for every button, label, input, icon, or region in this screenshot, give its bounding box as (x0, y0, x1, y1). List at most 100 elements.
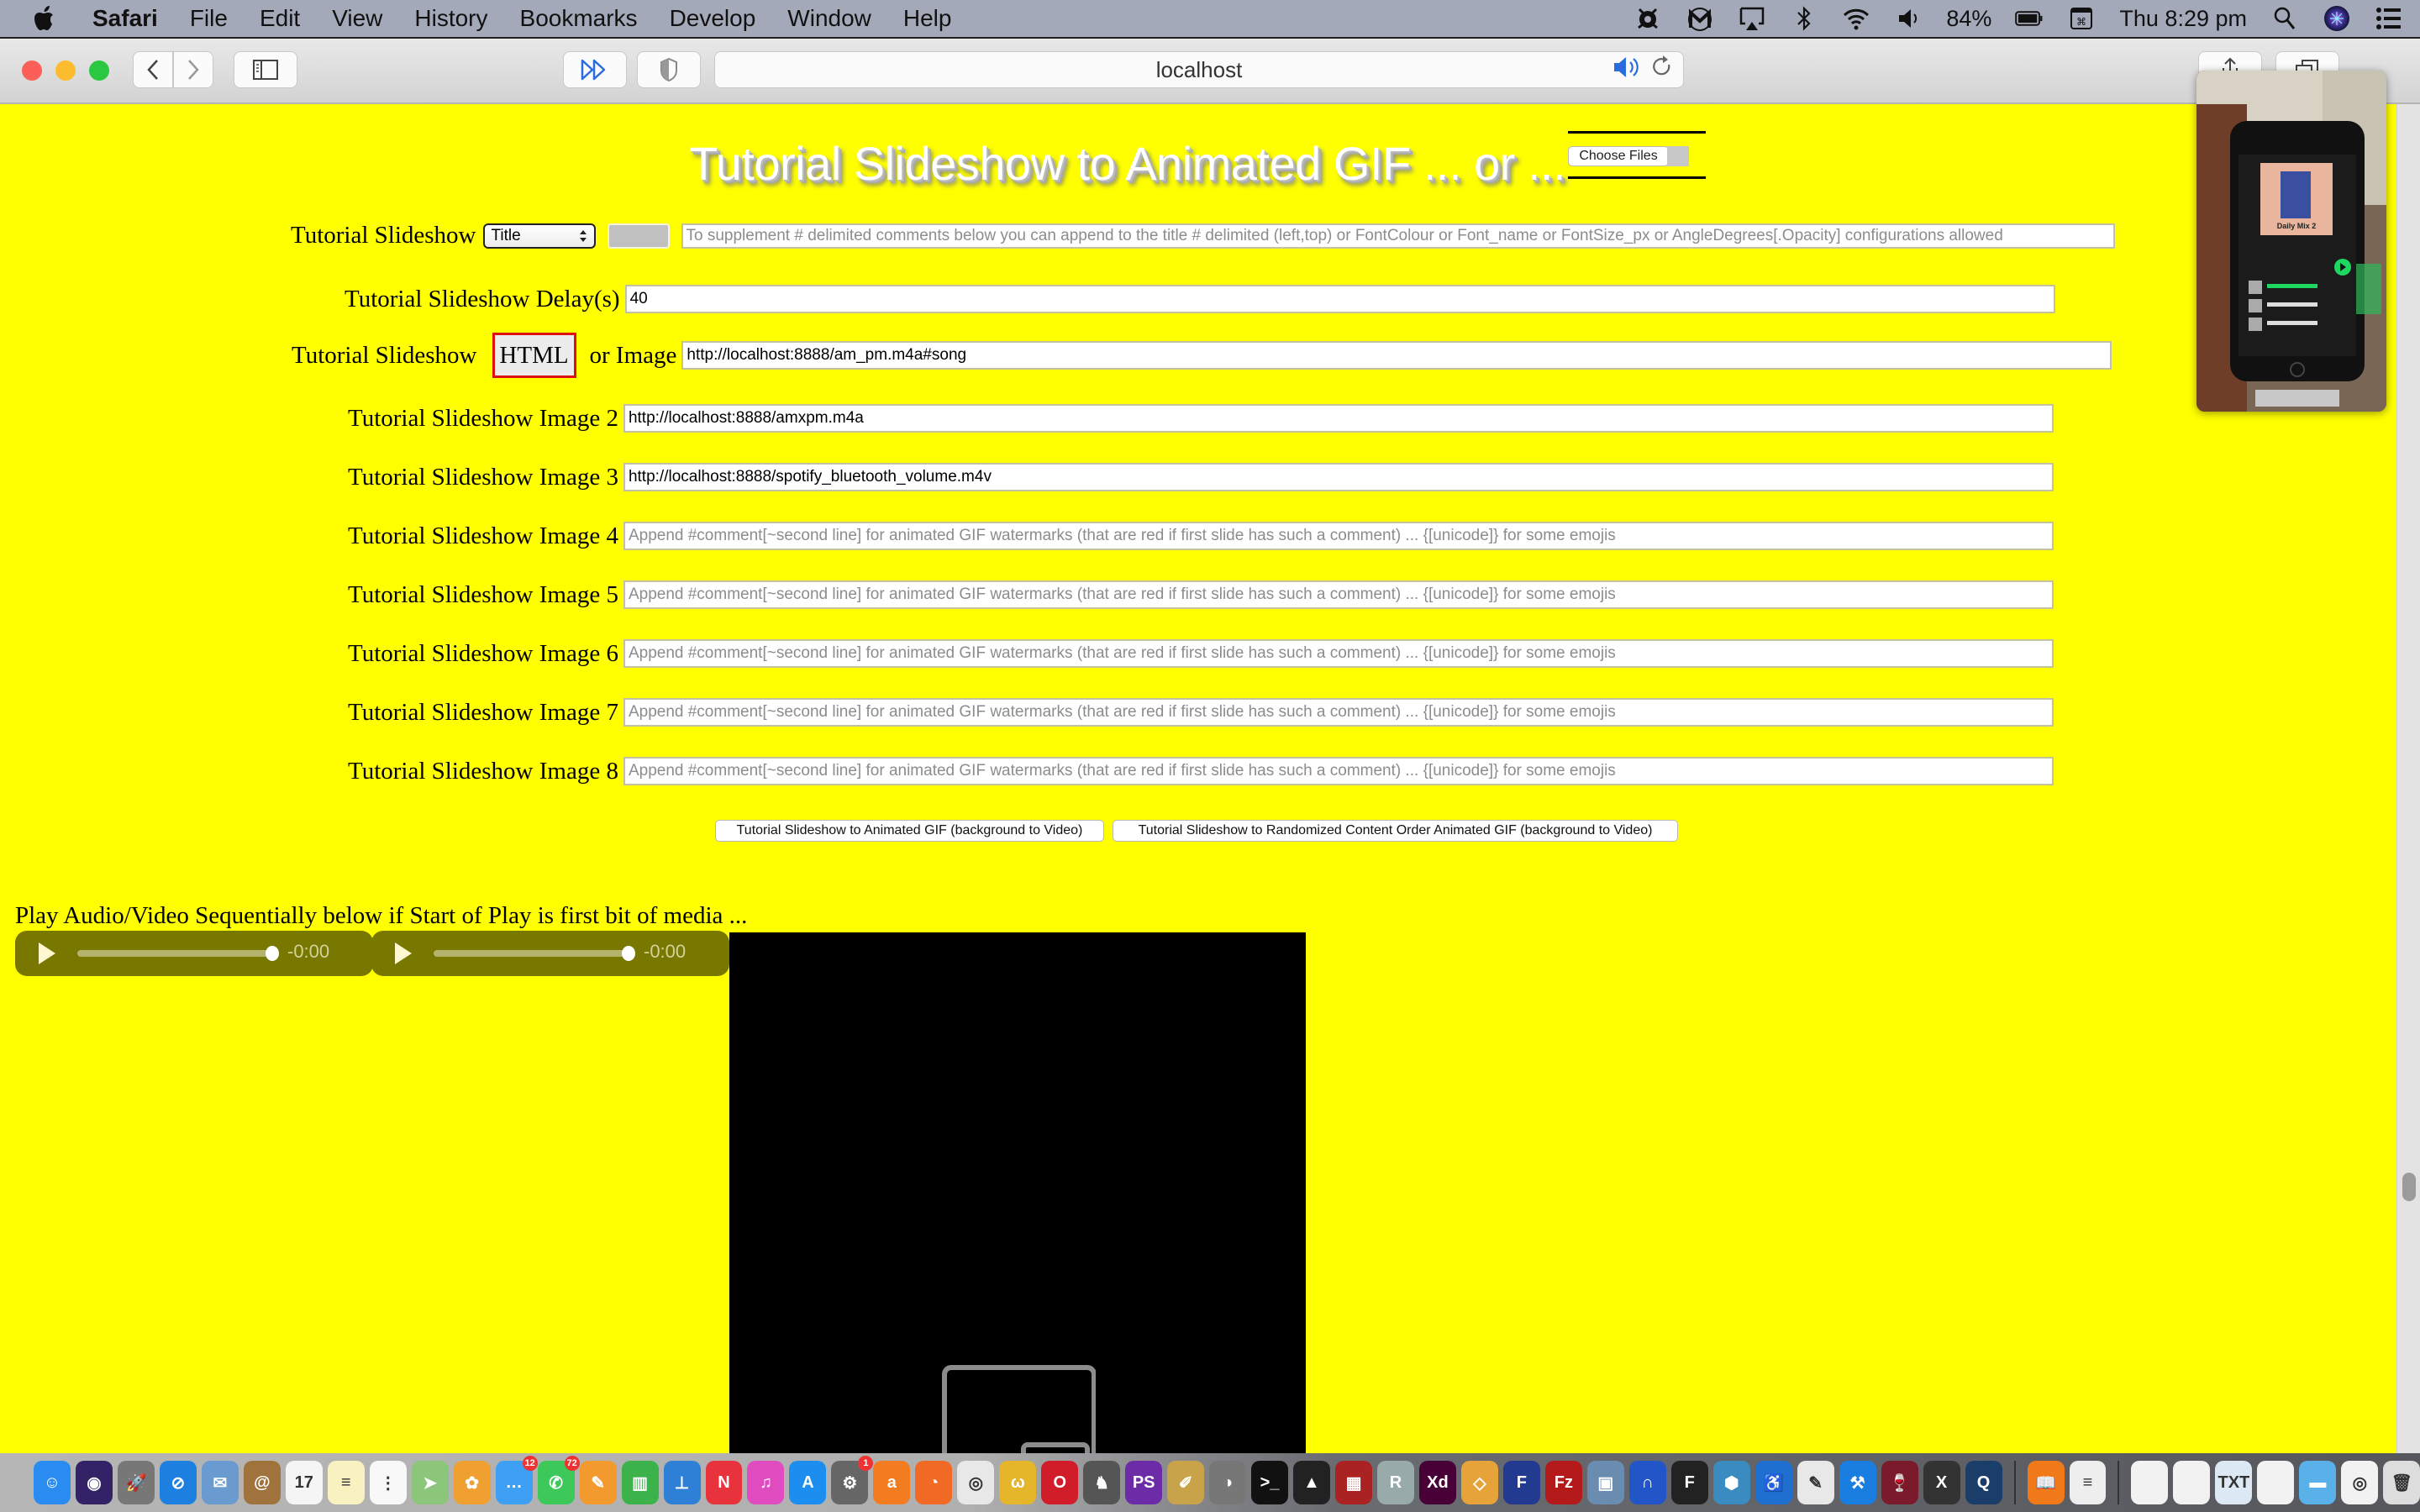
cyberduck-icon[interactable]: ω (999, 1461, 1037, 1504)
menu-edit[interactable]: Edit (260, 5, 300, 32)
avast-icon[interactable] (1634, 4, 1662, 33)
media-skip-button[interactable] (563, 51, 627, 88)
flow-icon[interactable]: F (1502, 1461, 1540, 1504)
html-button[interactable]: HTML (492, 333, 576, 378)
tab-audio-icon[interactable] (1612, 55, 1641, 85)
xcode-icon[interactable]: ⚒ (1839, 1461, 1876, 1504)
reload-icon[interactable] (1653, 55, 1673, 86)
reminders-icon[interactable]: ⋮ (369, 1461, 407, 1504)
menu-view[interactable]: View (332, 5, 382, 32)
messages-icon[interactable]: … 12 (495, 1456, 538, 1504)
webpage-icon[interactable]: ◎ (2341, 1461, 2379, 1504)
menu-window[interactable]: Window (787, 5, 871, 32)
airplay-icon[interactable] (1738, 4, 1766, 33)
contacts-icon[interactable]: @ (243, 1461, 281, 1504)
news-icon[interactable]: N (705, 1461, 743, 1504)
maps-icon[interactable]: ➤ (411, 1461, 449, 1504)
volume-icon[interactable] (1894, 4, 1923, 33)
notification-center-icon[interactable] (2375, 4, 2403, 33)
seek-slider[interactable] (434, 950, 629, 957)
title-config-input[interactable] (681, 223, 2115, 249)
to-randomized-gif-button[interactable]: Tutorial Slideshow to Randomized Content… (1113, 820, 1678, 842)
file-icon[interactable] (2173, 1461, 2211, 1504)
menu-bookmarks[interactable]: Bookmarks (520, 5, 638, 32)
gimp-icon[interactable]: ◑ (1209, 1461, 1247, 1504)
sequel-pro-icon[interactable]: ♞ (1083, 1461, 1121, 1504)
system-preferences-icon[interactable]: ⚙ 1 (831, 1456, 874, 1504)
back-button[interactable] (133, 51, 173, 88)
menu-develop[interactable]: Develop (670, 5, 756, 32)
trash-icon[interactable]: 🗑 (2383, 1461, 2420, 1504)
adobe-xd-icon[interactable]: Xd (1418, 1461, 1456, 1504)
delay-input[interactable] (624, 285, 2055, 313)
mail-icon[interactable]: ✉ (201, 1461, 239, 1504)
wine-icon[interactable]: 🍷 (1881, 1461, 1918, 1504)
audacity-icon[interactable]: ∩ (1628, 1461, 1666, 1504)
siri-icon[interactable] (2323, 4, 2351, 33)
file-icon[interactable] (2131, 1461, 2169, 1504)
cube-icon[interactable]: ⬢ (1712, 1461, 1750, 1504)
image-7-input[interactable] (623, 698, 2054, 727)
font-colour-picker[interactable] (607, 223, 670, 249)
seek-slider[interactable] (77, 950, 272, 957)
malwarebytes-icon[interactable] (1686, 4, 1714, 33)
document-icon[interactable]: ≡ (2069, 1461, 2107, 1504)
image-5-input[interactable] (623, 580, 2054, 609)
battery-icon[interactable] (2015, 4, 2044, 33)
spotlight-search-icon[interactable] (2270, 4, 2299, 33)
choose-files-button[interactable]: Choose Files (1568, 146, 1669, 166)
menu-history[interactable]: History (414, 5, 487, 32)
accessibility-icon[interactable]: ♿ (1754, 1461, 1792, 1504)
phpstorm-icon[interactable]: PS (1125, 1461, 1163, 1504)
notes-icon[interactable]: ≡ (327, 1461, 365, 1504)
battery-percent[interactable]: 84% (1946, 6, 1991, 32)
avast-icon[interactable]: a (873, 1461, 911, 1504)
r-icon[interactable]: R (1377, 1461, 1414, 1504)
quicktime-icon[interactable]: Q (1965, 1461, 2002, 1504)
chrome-icon[interactable]: ◎ (957, 1461, 995, 1504)
image-1-input[interactable] (681, 341, 2112, 370)
facetime-icon[interactable]: ✆ 72 (537, 1456, 580, 1504)
image-6-input[interactable] (623, 639, 2054, 668)
forward-button[interactable] (173, 51, 213, 88)
inkscape-icon[interactable]: ▲ (1293, 1461, 1331, 1504)
menu-app-name[interactable]: Safari (92, 5, 158, 32)
clock[interactable]: Thu 8:29 pm (2119, 6, 2247, 32)
menu-file[interactable]: File (190, 5, 228, 32)
zoom-window-button[interactable] (89, 60, 109, 81)
script-icon[interactable]: ✎ (1797, 1461, 1834, 1504)
to-animated-gif-button[interactable]: Tutorial Slideshow to Animated GIF (back… (715, 820, 1104, 842)
menu-help[interactable]: Help (903, 5, 952, 32)
video-player[interactable] (729, 932, 1306, 1453)
keynote-icon[interactable]: ⊥ (663, 1461, 701, 1504)
folder-icon[interactable]: ▬ (2299, 1461, 2337, 1504)
opera-icon[interactable]: O (1041, 1461, 1079, 1504)
filezilla-icon[interactable]: Fz (1544, 1461, 1582, 1504)
appstore-icon[interactable]: A (789, 1461, 827, 1504)
photos-icon[interactable]: ✿ (453, 1461, 491, 1504)
numbers-icon[interactable]: ▥ (621, 1461, 659, 1504)
keyboard-viewer-icon[interactable]: ⌘ (2067, 4, 2096, 33)
seek-handle[interactable] (266, 946, 279, 961)
seek-handle[interactable] (622, 946, 635, 961)
siri-icon[interactable]: ◉ (75, 1461, 113, 1504)
x11-icon[interactable]: X (1923, 1461, 1960, 1504)
calendar-icon[interactable]: 17 (285, 1461, 323, 1504)
scrollbar-thumb[interactable] (2402, 1173, 2416, 1201)
title-type-select[interactable]: Title (482, 223, 596, 249)
script-file-icon[interactable] (2257, 1461, 2295, 1504)
brush-icon[interactable]: ✐ (1167, 1461, 1205, 1504)
privacy-report-button[interactable] (637, 51, 701, 88)
preview-icon[interactable]: ▣ (1586, 1461, 1624, 1504)
f-icon[interactable]: F (1670, 1461, 1708, 1504)
image-2-input[interactable] (623, 404, 2054, 433)
text-file-icon[interactable]: TXT (2215, 1461, 2253, 1504)
apple-menu-icon[interactable] (34, 4, 59, 33)
sidebar-toggle-button[interactable] (234, 51, 297, 88)
bluetooth-icon[interactable] (1790, 4, 1818, 33)
itunes-icon[interactable]: ♫ (747, 1461, 785, 1504)
image-4-input[interactable] (623, 522, 2054, 550)
image-3-input[interactable] (623, 463, 2054, 491)
url-text[interactable]: localhost (1156, 57, 1243, 83)
play-icon[interactable] (395, 942, 412, 964)
